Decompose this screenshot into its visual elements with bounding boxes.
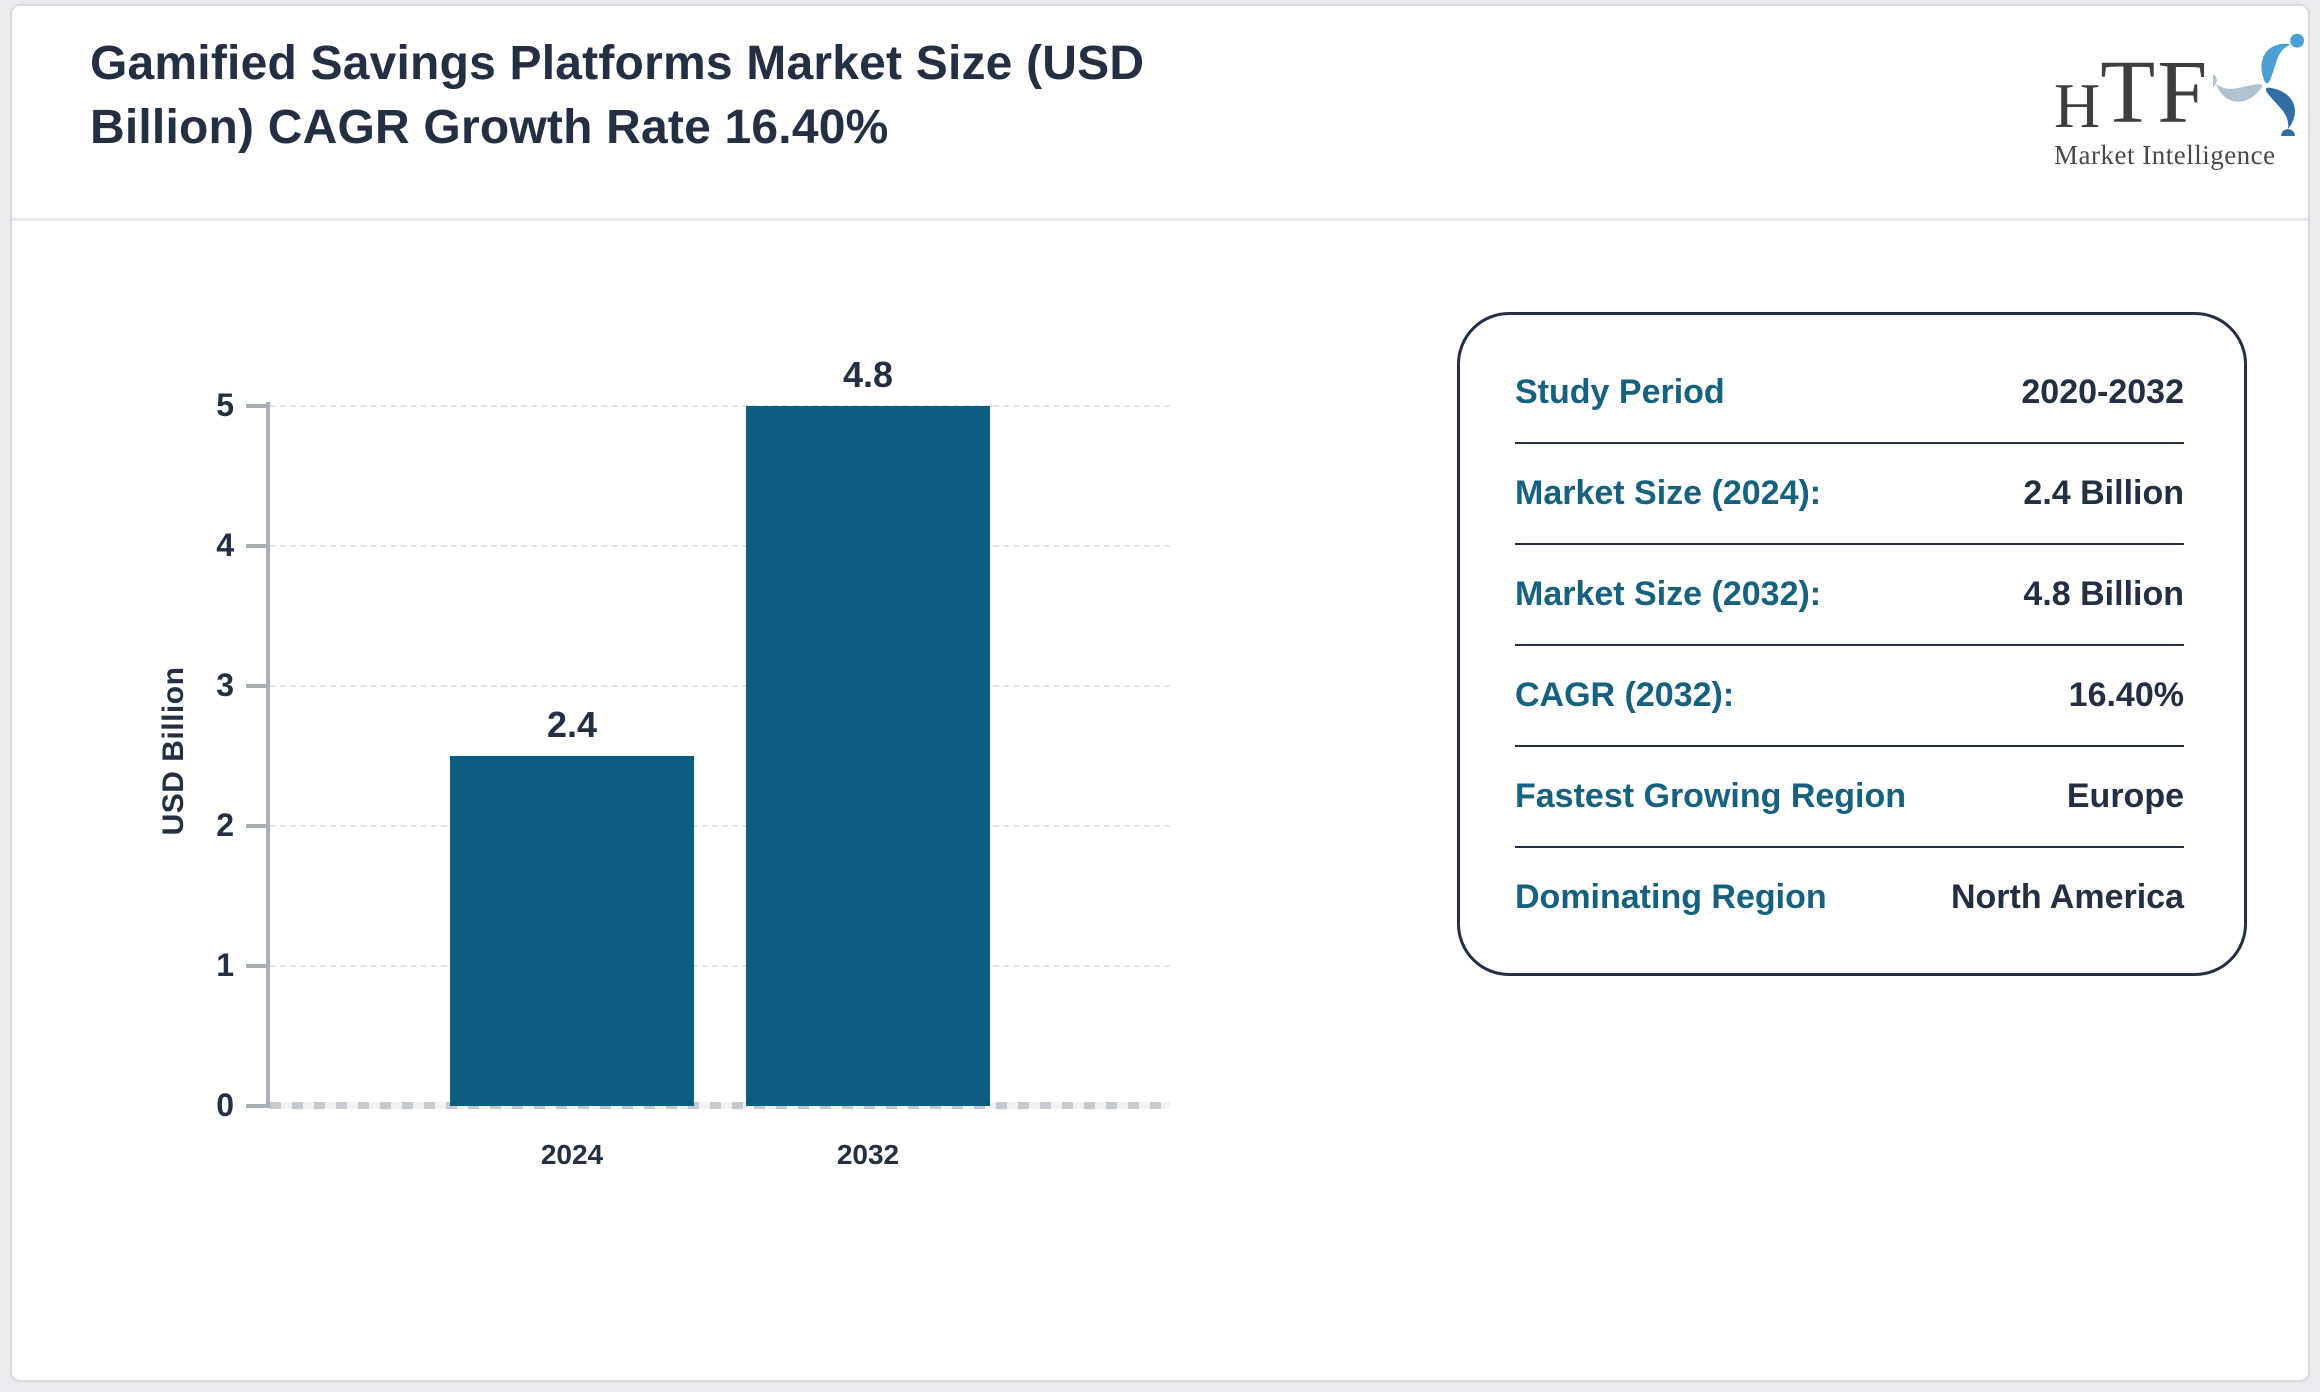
- row-separator: [1515, 644, 2184, 646]
- y-axis-label: USD Billion: [157, 666, 190, 836]
- y-tick-label: 1: [216, 947, 234, 983]
- x-tick-label: 2024: [540, 1139, 604, 1170]
- y-tick: [246, 1104, 268, 1108]
- gridline: [270, 545, 1170, 547]
- info-row-value: 2020-2032: [2021, 373, 2184, 411]
- gridline: [270, 825, 1170, 827]
- y-tick: [246, 544, 268, 548]
- info-panel: Study Period 2020-2032 Market Size (2024):…: [1457, 312, 2247, 976]
- info-row: Study Period 2020-2032: [1515, 373, 2184, 412]
- gridline: [270, 405, 1170, 407]
- bar-value-label: 2.4: [546, 704, 598, 745]
- gridline: [270, 685, 1170, 687]
- info-row-value: North America: [1950, 878, 2184, 916]
- y-tick: [246, 404, 268, 408]
- info-row-label: Dominating Region: [1515, 878, 1827, 916]
- report-card: Gamified Savings Platforms Market Size (…: [10, 4, 2310, 1382]
- gridline: [270, 965, 1170, 967]
- y-tick: [246, 964, 268, 968]
- logo-text-h: H: [2054, 70, 2101, 141]
- info-row-label: Market Size (2024):: [1515, 474, 1822, 512]
- info-row-label: CAGR (2032):: [1515, 676, 1735, 714]
- info-row: Dominating Region North America: [1515, 878, 2184, 917]
- info-row-value: 16.40%: [2068, 676, 2184, 714]
- y-tick-label: 3: [216, 667, 234, 703]
- htf-logo: H TF Market Intelligence: [2054, 32, 2320, 171]
- y-axis: [266, 402, 270, 1108]
- info-row-label: Market Size (2032):: [1515, 575, 1822, 613]
- y-tick-label: 4: [216, 527, 234, 563]
- y-tick: [246, 684, 268, 688]
- info-row: Fastest Growing Region Europe: [1515, 777, 2184, 816]
- row-separator: [1515, 745, 2184, 747]
- info-row: Market Size (2024): 2.4 Billion: [1515, 474, 2184, 513]
- info-row: CAGR (2032): 16.40%: [1515, 676, 2184, 715]
- info-row: Market Size (2032): 4.8 Billion: [1515, 575, 2184, 614]
- three-figures-swirl-icon: [2213, 33, 2305, 136]
- bar-value-label: 4.8: [842, 354, 894, 395]
- row-separator: [1515, 543, 2184, 545]
- header-divider: [12, 218, 2308, 221]
- row-separator: [1515, 846, 2184, 848]
- info-row-value: 2.4 Billion: [2023, 474, 2184, 512]
- row-separator: [1515, 442, 2184, 444]
- bar-2024: [450, 756, 694, 1106]
- bar-2032: [746, 406, 990, 1106]
- y-tick-label: 2: [216, 807, 234, 843]
- info-row-label: Fastest Growing Region: [1515, 777, 1907, 815]
- info-row-label: Study Period: [1515, 373, 1725, 411]
- page-title: Gamified Savings Platforms Market Size (…: [90, 37, 1145, 154]
- logo-subtext: Market Intelligence: [2054, 140, 2276, 170]
- x-tick-label: 2032: [836, 1139, 900, 1170]
- info-row-value: 4.8 Billion: [2023, 575, 2184, 613]
- info-row-value: Europe: [2066, 777, 2184, 815]
- y-tick: [246, 824, 268, 828]
- y-tick-label: 5: [216, 387, 234, 423]
- logo-text-tf: TF: [2100, 43, 2210, 142]
- htf-logo-row: H TF: [2054, 32, 2320, 138]
- y-tick-label: 0: [216, 1087, 234, 1123]
- x-axis-baseline: [270, 1102, 1170, 1109]
